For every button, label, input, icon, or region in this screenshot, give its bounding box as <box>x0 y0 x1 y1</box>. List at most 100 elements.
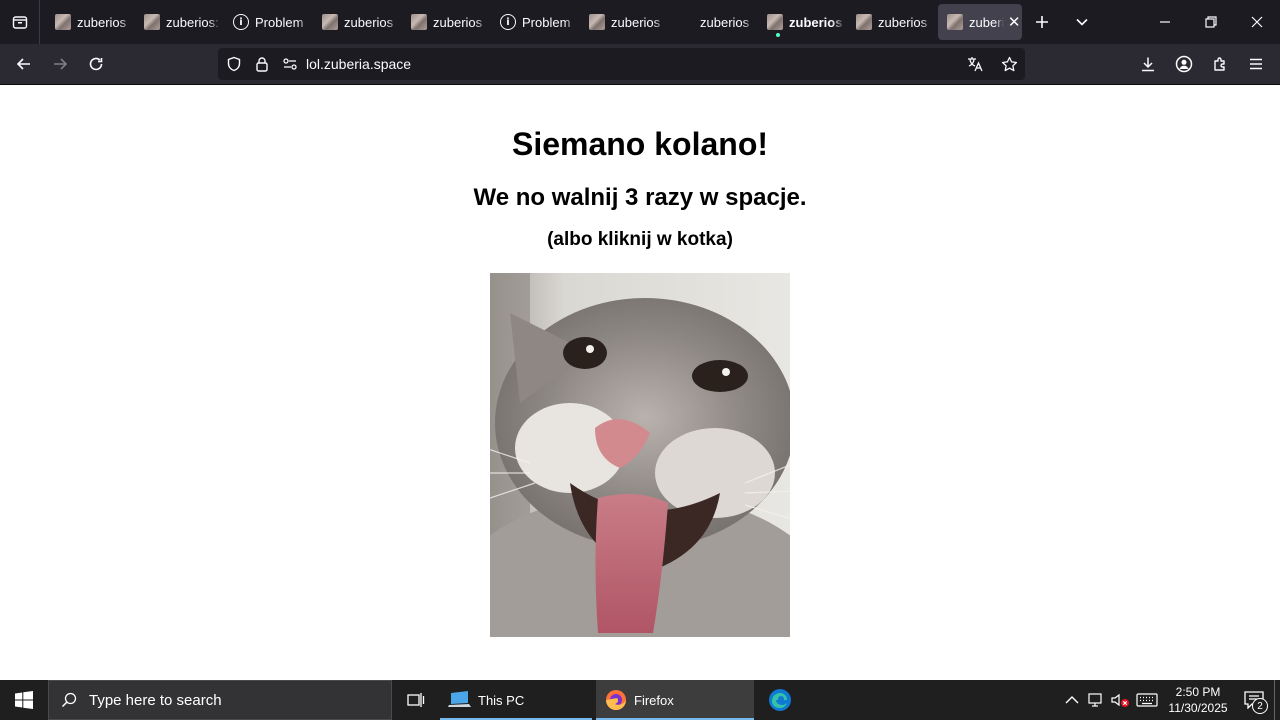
info-icon: i <box>233 14 249 30</box>
windows-taskbar: Type here to search This PC Firefox 2:50… <box>0 680 1280 720</box>
cat-favicon-icon <box>767 14 783 30</box>
tab-label: zuberi <box>969 14 1005 30</box>
tab-active[interactable]: zuberi ✕ <box>938 4 1022 40</box>
taskbar-app-edge[interactable] <box>756 680 804 720</box>
network-button[interactable] <box>1084 680 1108 720</box>
start-button[interactable] <box>0 680 48 720</box>
tab[interactable]: i Problem <box>224 4 313 40</box>
navigation-toolbar: lol.zuberia.space <box>0 44 1280 85</box>
notification-count-badge: 2 <box>1252 698 1268 714</box>
tracking-protection-icon[interactable] <box>220 48 248 80</box>
minimize-button[interactable] <box>1142 0 1188 44</box>
tab[interactable]: zuberios <box>847 4 936 40</box>
site-permissions-icon[interactable] <box>276 48 304 80</box>
tab-label: zuberios: <box>166 14 219 30</box>
web-page: Siemano kolano! We no walnij 3 razy w sp… <box>0 85 1280 680</box>
show-hidden-icons-button[interactable] <box>1060 680 1084 720</box>
new-tab-button[interactable] <box>1022 0 1062 44</box>
tab[interactable]: zuberios <box>669 4 758 40</box>
tab-strip: zuberios zuberios: i Problem zuberios zuberio… <box>0 0 1280 44</box>
cat-favicon-icon <box>322 14 338 30</box>
taskbar-app-label: Firefox <box>634 692 674 708</box>
account-icon <box>1175 55 1193 73</box>
downloads-button[interactable] <box>1130 48 1166 80</box>
reload-icon <box>89 57 103 71</box>
volume-button[interactable] <box>1108 680 1132 720</box>
info-icon: i <box>500 14 516 30</box>
tab-list: zuberios zuberios: i Problem zuberios zuberio… <box>40 0 1022 44</box>
tab-label: zuberios <box>789 14 843 30</box>
restore-icon <box>1205 16 1217 28</box>
tab[interactable]: zuberios <box>758 4 847 40</box>
close-icon <box>1251 16 1263 28</box>
arrow-left-icon <box>16 58 30 70</box>
tab[interactable]: zuberios: <box>135 4 224 40</box>
account-button[interactable] <box>1166 48 1202 80</box>
url-bar[interactable]: lol.zuberia.space <box>218 48 1025 80</box>
tab[interactable]: zuberios <box>313 4 402 40</box>
clock-time: 2:50 PM <box>1175 685 1221 699</box>
keyboard-icon <box>1136 693 1158 707</box>
edge-icon <box>769 689 791 711</box>
bookmark-star-icon[interactable] <box>993 48 1025 80</box>
favicon-placeholder <box>678 14 694 30</box>
network-icon <box>1088 693 1102 707</box>
page-subheading: We no walnij 3 razy w spacje. <box>473 184 807 211</box>
chevron-down-icon <box>1076 18 1088 26</box>
forward-button[interactable] <box>42 48 78 80</box>
page-hint: (albo kliknij w kotka) <box>547 229 733 250</box>
show-desktop-button[interactable] <box>1274 680 1280 720</box>
windows-logo-icon <box>15 691 33 709</box>
search-icon <box>49 692 89 708</box>
cat-favicon-icon <box>411 14 427 30</box>
taskbar-search[interactable]: Type here to search <box>48 680 392 720</box>
tab[interactable]: zuberios <box>402 4 491 40</box>
reload-button[interactable] <box>78 48 114 80</box>
tab[interactable]: zuberios <box>580 4 669 40</box>
tab-label: zuberios <box>611 14 661 30</box>
clock[interactable]: 2:50 PM 11/30/2025 <box>1162 684 1234 716</box>
tab-label: zuberios <box>878 14 928 30</box>
tab[interactable]: zuberios <box>46 4 135 40</box>
lock-icon[interactable] <box>248 48 276 80</box>
tab-label: zuberios <box>433 14 483 30</box>
clock-date: 11/30/2025 <box>1168 701 1228 715</box>
window-controls <box>1142 0 1280 44</box>
puzzle-icon <box>1214 57 1225 71</box>
back-button[interactable] <box>6 48 42 80</box>
cat-favicon-icon <box>856 14 872 30</box>
tab-overview-button[interactable] <box>0 0 40 44</box>
tab-attention-dot <box>776 33 780 37</box>
taskbar-app-firefox[interactable]: Firefox <box>596 680 754 720</box>
cat-favicon-icon <box>144 14 160 30</box>
translate-icon[interactable] <box>957 48 993 80</box>
restore-button[interactable] <box>1188 0 1234 44</box>
chevron-up-icon <box>1065 696 1079 704</box>
close-window-button[interactable] <box>1234 0 1280 44</box>
firefox-icon <box>606 690 626 710</box>
taskbar-app-this-pc[interactable]: This PC <box>440 680 592 720</box>
tab[interactable]: i Problem <box>491 4 580 40</box>
task-view-button[interactable] <box>392 680 440 720</box>
cat-favicon-icon <box>947 14 963 30</box>
toolbar-right <box>1130 48 1274 80</box>
tab-label: Problem <box>255 14 304 30</box>
cat-image[interactable] <box>490 273 790 637</box>
page-heading: Siemano kolano! <box>511 126 769 162</box>
arrow-right-icon <box>54 58 68 70</box>
download-icon <box>1142 57 1154 72</box>
extensions-button[interactable] <box>1202 48 1238 80</box>
app-menu-button[interactable] <box>1238 48 1274 80</box>
cat-favicon-icon <box>55 14 71 30</box>
keyboard-button[interactable] <box>1132 680 1162 720</box>
url-text[interactable]: lol.zuberia.space <box>306 56 957 72</box>
system-tray: 2:50 PM 11/30/2025 2 <box>1060 680 1280 720</box>
cat-favicon-icon <box>589 14 605 30</box>
close-tab-icon[interactable]: ✕ <box>1006 14 1022 31</box>
this-pc-icon <box>448 691 471 707</box>
tab-label: zuberios <box>700 14 750 30</box>
action-center-button[interactable]: 2 <box>1234 680 1274 720</box>
list-all-tabs-button[interactable] <box>1062 0 1102 44</box>
tab-label: zuberios <box>344 14 394 30</box>
taskbar-app-label: This PC <box>478 692 525 708</box>
